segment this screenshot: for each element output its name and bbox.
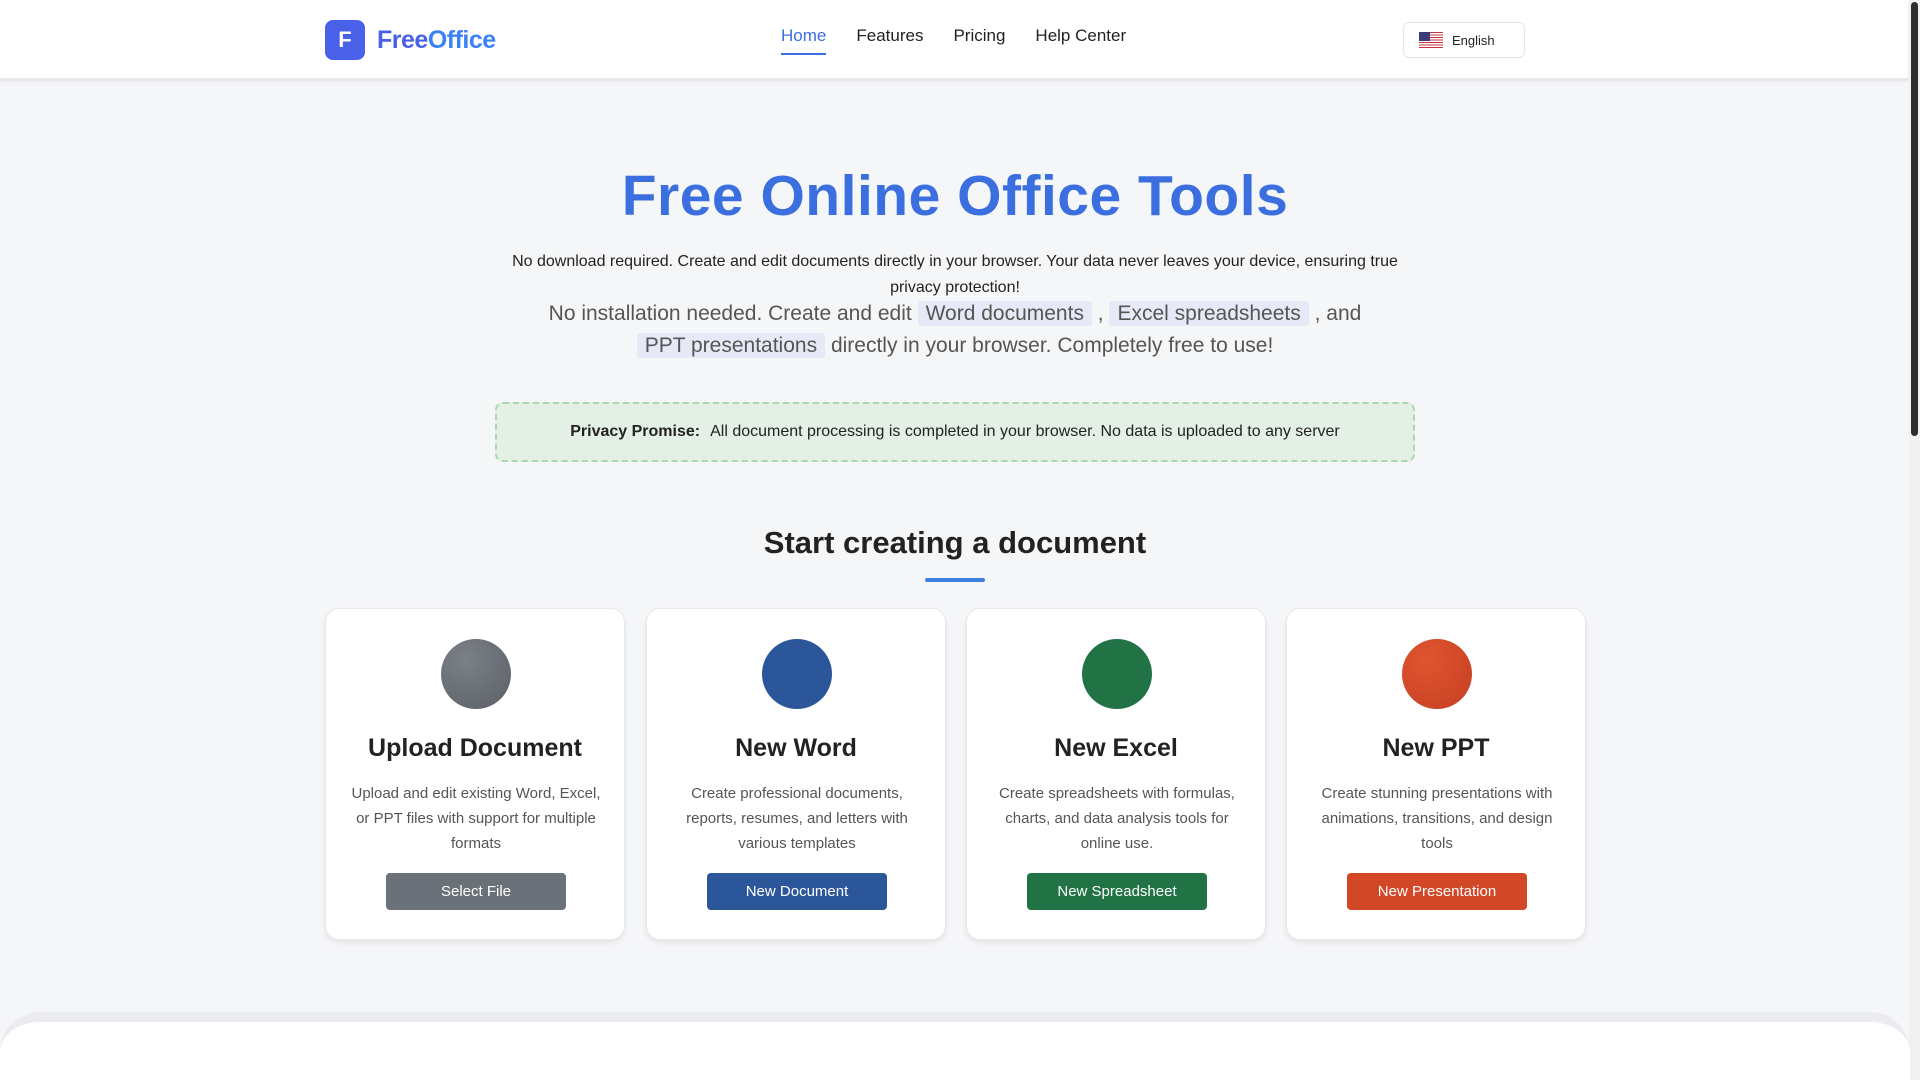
new-presentation-button[interactable]: New Presentation [1347, 873, 1527, 910]
hero-subtitle-suffix: directly in your browser. Completely fre… [830, 334, 1274, 357]
card-title: New PPT [1382, 734, 1490, 762]
top-navbar: F FreeOffice Home Features Pricing Help … [0, 0, 1908, 81]
upload-icon [441, 639, 511, 709]
logo-icon: F [325, 20, 365, 60]
card-new-excel: New Excel Create spreadsheets with formu… [966, 608, 1266, 940]
card-description: Create spreadsheets with formulas, chart… [999, 785, 1235, 852]
nav-features[interactable]: Features [856, 26, 923, 55]
nav-help-center[interactable]: Help Center [1035, 26, 1126, 55]
logo-office-text: Office [427, 25, 496, 54]
language-selector[interactable]: English [1403, 22, 1525, 58]
page-scrollbar[interactable] [1909, 0, 1920, 1080]
nav-pricing[interactable]: Pricing [953, 26, 1005, 55]
card-title: New Word [735, 734, 857, 762]
tag-word-documents: Word documents [917, 301, 1092, 326]
tag-ppt-presentations: PPT presentations [636, 333, 826, 358]
card-title: New Excel [1054, 734, 1178, 762]
hero-and: , and [1314, 302, 1362, 325]
logo-text: FreeOffice [377, 26, 496, 55]
word-icon [762, 639, 832, 709]
nav-home[interactable]: Home [781, 26, 827, 55]
features-section-top [0, 1012, 1910, 1080]
hero-title: Free Online Office Tools [621, 164, 1289, 228]
card-description: Upload and edit existing Word, Excel, or… [351, 785, 601, 852]
new-spreadsheet-button[interactable]: New Spreadsheet [1027, 873, 1207, 910]
logo[interactable]: F FreeOffice [325, 20, 496, 60]
scrollbar-thumb[interactable] [1911, 2, 1918, 436]
logo-free-text: Free [377, 25, 428, 54]
privacy-label: Privacy Promise: [570, 423, 701, 440]
card-description: Create stunning presentations with anima… [1321, 785, 1553, 852]
privacy-text: All document processing is completed in … [710, 423, 1340, 440]
new-document-button[interactable]: New Document [707, 873, 887, 910]
us-flag-icon [1419, 32, 1443, 48]
section-title-underline [925, 578, 985, 582]
card-description: Create professional documents, reports, … [686, 785, 908, 852]
card-new-word: New Word Create professional documents, … [646, 608, 946, 940]
hero-subtitle-primary: No download required. Create and edit do… [512, 253, 1398, 296]
tag-excel-spreadsheets: Excel spreadsheets [1109, 301, 1309, 326]
language-label: English [1452, 32, 1495, 48]
section-title: Start creating a document [763, 525, 1147, 560]
main-nav: Home Features Pricing Help Center [781, 26, 1156, 55]
ppt-icon [1402, 639, 1472, 709]
hero-subtitle-secondary: No installation needed. Create and edit … [540, 298, 1370, 362]
hero-comma: , [1097, 302, 1104, 325]
select-file-button[interactable]: Select File [386, 873, 566, 910]
card-new-ppt: New PPT Create stunning presentations wi… [1286, 608, 1586, 940]
card-upload-document: Upload Document Upload and edit existing… [325, 608, 625, 940]
card-title: Upload Document [368, 734, 582, 762]
excel-icon [1082, 639, 1152, 709]
privacy-promise-banner: Privacy Promise: All document processing… [495, 402, 1415, 462]
hero-subtitle-prefix: No installation needed. Create and edit [548, 302, 912, 325]
